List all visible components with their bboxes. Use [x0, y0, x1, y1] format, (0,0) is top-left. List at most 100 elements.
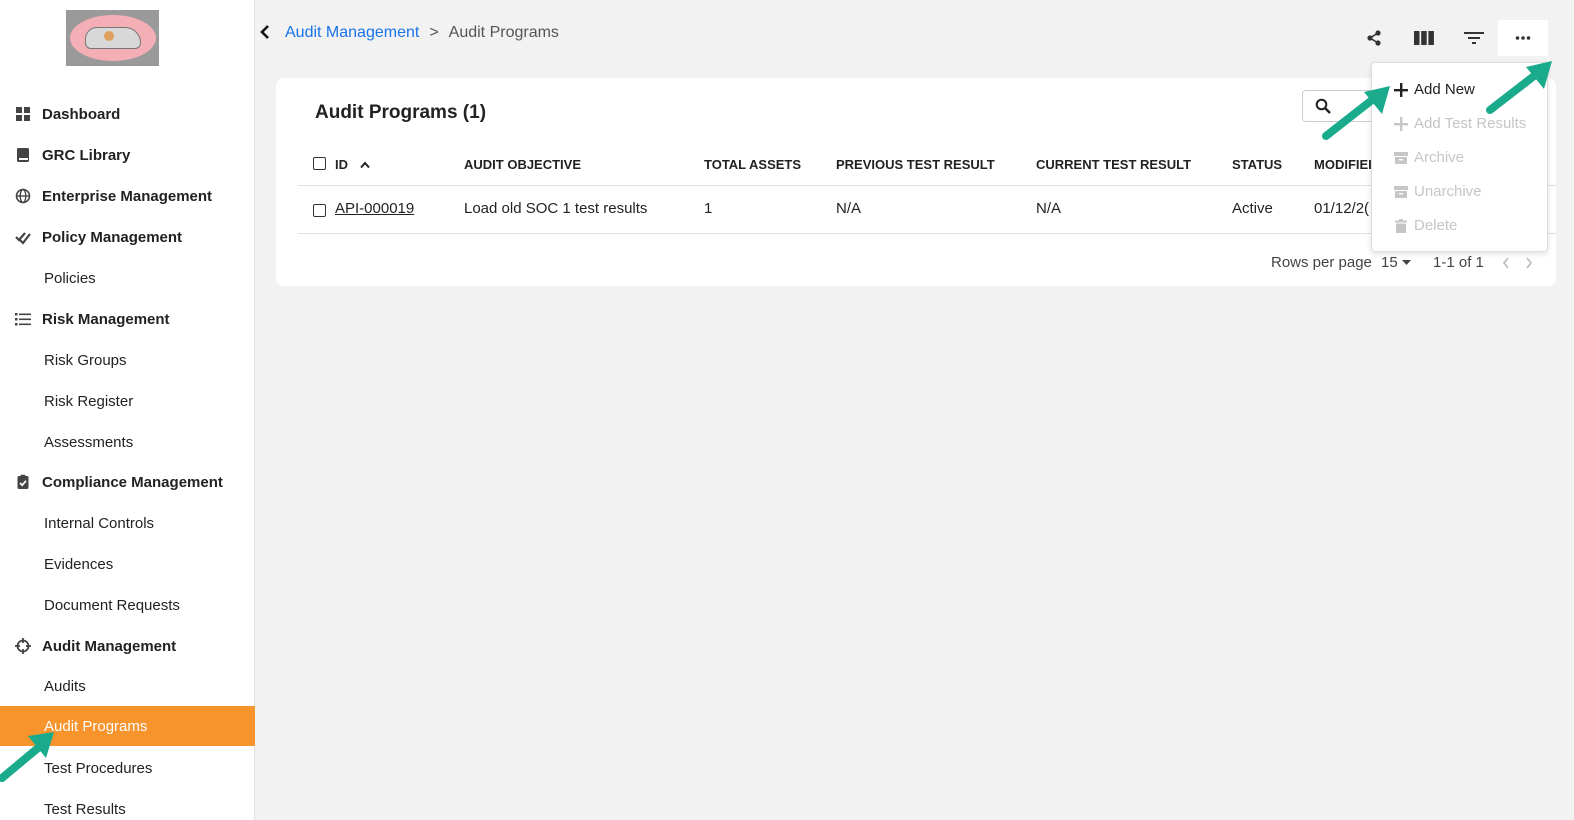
breadcrumb-link-audit-management[interactable]: Audit Management	[285, 24, 419, 42]
table-header: ID AUDIT OBJECTIVE TOTAL ASSETS PREVIOUS…	[298, 148, 1556, 186]
sidebar-item-enterprise-management[interactable]: Enterprise Management	[0, 176, 255, 216]
plus-icon	[1394, 82, 1408, 97]
clipboard-check-icon	[15, 474, 31, 490]
sidebar-item-label: GRC Library	[42, 146, 131, 164]
sidebar-item-label: Audit Management	[42, 637, 177, 655]
sort-ascending-icon	[360, 160, 370, 168]
breadcrumb-current: Audit Programs	[448, 24, 559, 41]
column-header-previous-test-result[interactable]: PREVIOUS TEST RESULT	[836, 157, 995, 172]
plus-icon	[1394, 116, 1408, 131]
menu-item-archive[interactable]: Archive	[1394, 149, 1464, 166]
sidebar-item-evidences[interactable]: Evidences	[0, 544, 255, 584]
menu-item-label: Add Test Results	[1414, 115, 1527, 132]
sidebar-item-internal-controls[interactable]: Internal Controls	[0, 503, 255, 543]
menu-item-label: Delete	[1414, 217, 1458, 234]
sidebar-item-risk-management[interactable]: Risk Management	[0, 299, 255, 339]
sidebar-item-risk-register[interactable]: Risk Register	[0, 381, 255, 421]
sidebar-item-label: Internal Controls	[44, 514, 155, 532]
row-id-link[interactable]: API-000019	[335, 200, 414, 217]
column-header-id[interactable]: ID	[335, 157, 370, 172]
sidebar-item-label: Test Results	[44, 800, 126, 818]
columns-icon	[1414, 31, 1434, 45]
rows-per-page-select[interactable]: 15	[1381, 254, 1411, 271]
columns-button[interactable]	[1408, 22, 1440, 54]
row-current-test-result: N/A	[1036, 200, 1062, 217]
sidebar: Dashboard GRC Library Enterprise Managem…	[0, 0, 255, 820]
column-header-label: ID	[335, 157, 348, 172]
chevron-left-icon	[260, 25, 269, 39]
column-header-modified[interactable]: MODIFIEI	[1314, 157, 1372, 172]
menu-item-label: Archive	[1414, 149, 1465, 166]
table-row[interactable]: API-000019 Load old SOC 1 test results 1…	[298, 186, 1556, 234]
sidebar-item-label: Enterprise Management	[42, 187, 213, 205]
sidebar-item-dashboard[interactable]: Dashboard	[0, 94, 255, 134]
menu-item-delete[interactable]: Delete	[1394, 217, 1457, 234]
column-header-current-test-result[interactable]: CURRENT TEST RESULT	[1036, 157, 1191, 172]
more-icon	[1515, 36, 1531, 40]
select-all-checkbox[interactable]	[313, 157, 326, 170]
sidebar-item-label: Risk Register	[44, 392, 134, 410]
pagination-range: 1-1 of 1	[1433, 254, 1484, 271]
sidebar-item-assessments[interactable]: Assessments	[0, 422, 255, 462]
annotation-arrow-add-new	[1322, 86, 1390, 140]
row-total-assets: 1	[704, 200, 713, 217]
row-modified: 01/12/2(	[1314, 200, 1370, 217]
previous-page-button[interactable]	[1502, 256, 1510, 273]
next-page-button[interactable]	[1525, 256, 1533, 273]
chevron-left-icon	[1502, 257, 1509, 269]
column-header-audit-objective[interactable]: AUDIT OBJECTIVE	[464, 157, 581, 172]
sidebar-item-policy-management[interactable]: Policy Management	[0, 217, 255, 257]
sidebar-item-label: Policies	[44, 269, 96, 287]
sidebar-item-document-requests[interactable]: Document Requests	[0, 585, 255, 625]
chevron-right-icon	[1526, 257, 1533, 269]
sidebar-item-label: Audit Programs	[44, 717, 148, 735]
sidebar-item-audits[interactable]: Audits	[0, 666, 255, 706]
sidebar-item-risk-groups[interactable]: Risk Groups	[0, 340, 255, 380]
share-button[interactable]	[1358, 22, 1390, 54]
sidebar-item-audit-management[interactable]: Audit Management	[0, 626, 255, 666]
sidebar-item-grc-library[interactable]: GRC Library	[0, 135, 255, 175]
filter-button[interactable]	[1458, 22, 1490, 54]
sidebar-item-compliance-management[interactable]: Compliance Management	[0, 462, 255, 502]
sidebar-item-test-results[interactable]: Test Results	[0, 789, 255, 820]
column-header-status[interactable]: STATUS	[1232, 157, 1282, 172]
grid-icon	[15, 106, 31, 122]
menu-item-unarchive[interactable]: Unarchive	[1394, 183, 1482, 200]
sidebar-item-label: Compliance Management	[42, 473, 223, 491]
annotation-arrow-audit-programs	[0, 732, 54, 782]
sidebar-item-label: Risk Management	[42, 310, 170, 328]
more-options-button[interactable]	[1498, 20, 1548, 56]
row-checkbox[interactable]	[313, 204, 326, 217]
row-previous-test-result: N/A	[836, 200, 862, 217]
collapse-sidebar-button[interactable]	[256, 18, 274, 46]
archive-icon	[1394, 185, 1408, 199]
sidebar-item-label: Policy Management	[42, 228, 183, 246]
trash-icon	[1394, 218, 1408, 233]
row-audit-objective: Load old SOC 1 test results	[464, 200, 648, 217]
archive-icon	[1394, 151, 1408, 165]
menu-item-add-new[interactable]: Add New	[1394, 81, 1475, 98]
sidebar-item-label: Evidences	[44, 555, 114, 573]
sidebar-item-label: Audits	[44, 677, 86, 695]
page-title: Audit Programs (1)	[315, 102, 487, 123]
sidebar-item-label: Dashboard	[42, 105, 121, 123]
sidebar-item-label: Risk Groups	[44, 351, 127, 369]
sidebar-item-policies[interactable]: Policies	[0, 258, 255, 298]
menu-item-label: Unarchive	[1414, 183, 1482, 200]
column-header-total-assets[interactable]: TOTAL ASSETS	[704, 157, 801, 172]
menu-item-label: Add New	[1414, 81, 1475, 98]
breadcrumb: Audit Management > Audit Programs	[285, 24, 559, 42]
caret-down-icon	[1401, 259, 1411, 265]
list-icon	[15, 311, 31, 327]
filter-icon	[1464, 32, 1484, 44]
crosshair-icon	[15, 638, 31, 654]
book-icon	[15, 147, 31, 163]
breadcrumb-separator: >	[429, 24, 439, 41]
menu-item-add-test-results[interactable]: Add Test Results	[1394, 115, 1526, 132]
share-icon	[1367, 30, 1381, 46]
sidebar-item-label: Assessments	[44, 433, 134, 451]
row-status: Active	[1232, 200, 1273, 217]
company-logo[interactable]	[66, 10, 159, 66]
annotation-arrow-more-options	[1486, 61, 1552, 114]
rows-per-page-value: 15	[1381, 254, 1398, 271]
